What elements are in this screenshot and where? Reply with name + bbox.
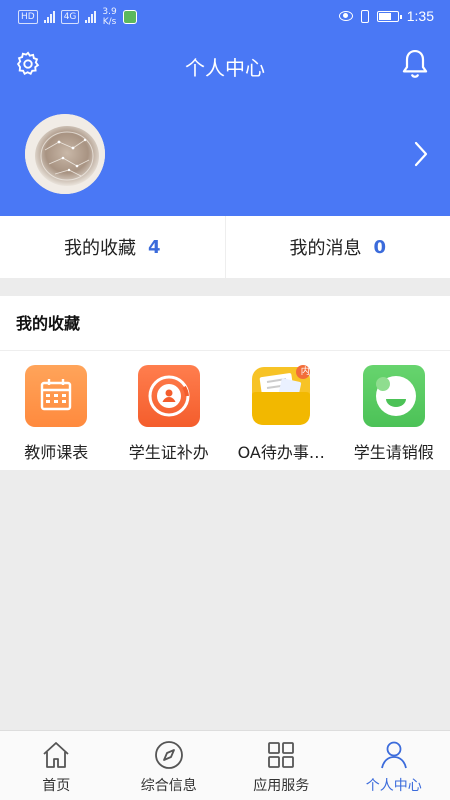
leave-icon	[362, 365, 425, 427]
nav-label: 应用服务	[253, 778, 310, 794]
favorites-section: 我的收藏 教师课表 学生证补办 内 OA待办事… 学生请销假	[0, 296, 450, 470]
home-icon	[43, 742, 69, 768]
battery-icon	[376, 10, 402, 22]
favorites-count: 4	[147, 236, 161, 258]
nav-item-home[interactable]: 首页	[0, 731, 113, 800]
avatar-image	[25, 114, 105, 194]
network-speed-value: 3.9	[102, 7, 117, 17]
status-left: HD 4G 3.9 K/s	[18, 7, 137, 27]
status-right: 1:35	[338, 8, 434, 24]
my-messages-stat[interactable]: 我的消息 0	[224, 216, 450, 278]
grid-icon	[268, 742, 295, 768]
favorite-item-student-leave[interactable]: 学生请销假	[338, 351, 450, 469]
my-favorites-stat[interactable]: 我的收藏 4	[0, 216, 225, 278]
bottom-nav: 首页 综合信息 应用服务 个人中心	[0, 730, 450, 800]
status-time: 1:35	[406, 8, 434, 24]
oa-badge: 内	[300, 367, 310, 377]
compass-icon	[154, 741, 183, 769]
favorite-item-oa-todo[interactable]: 内 OA待办事…	[225, 351, 338, 469]
signal-icon-2	[85, 11, 97, 23]
nav-item-services[interactable]: 应用服务	[225, 731, 338, 800]
favorite-label: 学生请销假	[353, 443, 434, 462]
network-type-indicator: 4G	[60, 10, 80, 24]
stats-row: 我的收藏 4 我的消息 0	[0, 216, 450, 278]
favorite-label: 教师课表	[24, 443, 89, 462]
nav-label: 个人中心	[365, 778, 422, 794]
hd-indicator: HD	[18, 10, 38, 24]
page-title: 个人中心	[185, 56, 265, 80]
nav-item-profile[interactable]: 个人中心	[338, 731, 450, 800]
network-speed-unit: K/s	[102, 17, 117, 27]
app-notification-icon	[122, 10, 137, 24]
profile-header: 个人中心	[0, 36, 450, 216]
avatar[interactable]	[25, 114, 105, 194]
nav-label: 首页	[42, 778, 71, 794]
user-icon	[380, 741, 407, 769]
status-bar: HD 4G 3.9 K/s 1:35	[0, 0, 450, 36]
bell-icon[interactable]	[400, 48, 430, 80]
vibrate-icon	[360, 9, 369, 23]
nav-label: 综合信息	[140, 778, 197, 794]
nav-item-info[interactable]: 综合信息	[113, 731, 226, 800]
stat-label: 我的收藏	[63, 238, 136, 259]
oa-folder-icon: 内	[250, 365, 312, 427]
stat-label: 我的消息	[289, 238, 362, 259]
favorites-grid: 教师课表 学生证补办 内 OA待办事… 学生请销假	[0, 351, 450, 469]
signal-icon	[43, 11, 55, 23]
student-card-icon	[137, 365, 200, 427]
favorite-item-teacher-schedule[interactable]: 教师课表	[0, 351, 113, 469]
favorite-label: 学生证补办	[128, 443, 209, 462]
messages-count: 0	[373, 236, 387, 258]
favorite-label: OA待办事…	[237, 443, 325, 462]
chevron-right-icon[interactable]	[412, 140, 430, 168]
eye-comfort-icon	[338, 11, 353, 21]
section-title: 我的收藏	[0, 296, 450, 351]
favorite-item-student-card[interactable]: 学生证补办	[113, 351, 226, 469]
network-speed: 3.9 K/s	[102, 7, 116, 27]
calendar-icon	[25, 365, 88, 427]
